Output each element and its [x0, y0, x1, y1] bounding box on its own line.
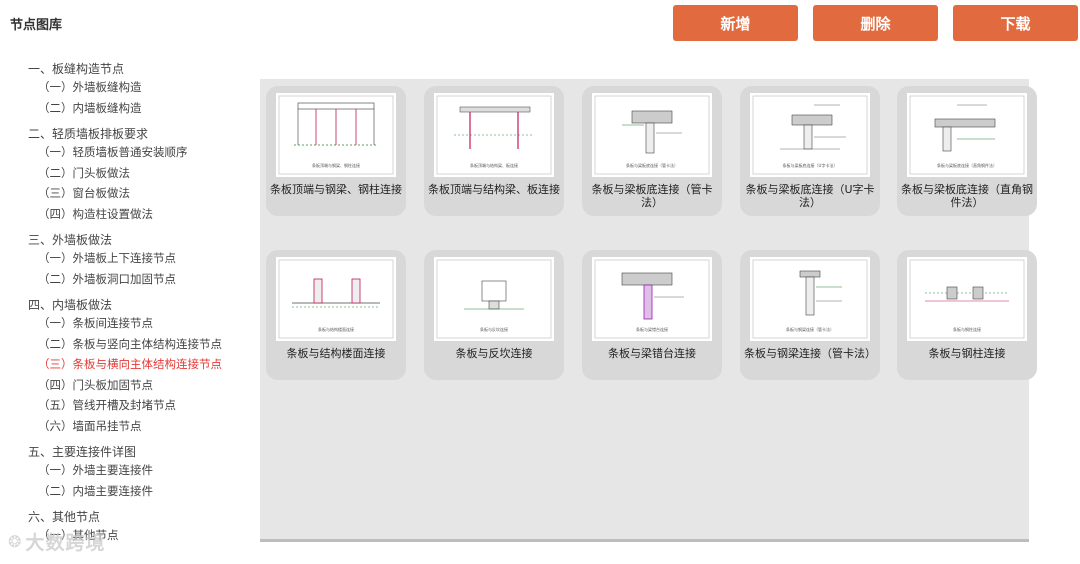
node-card[interactable]: 条板与结构楼面连接 条板与结构楼面连接 — [266, 250, 406, 380]
node-thumbnail: 条板与钢梁连接（管卡法） — [750, 257, 870, 341]
delete-button[interactable]: 删除 — [813, 5, 938, 41]
category-tree: 一、板缝构造节点 （一）外墙板缝构造 （二）内墙板缝构造二、轻质墙板排板要求 （一）轻… — [28, 62, 253, 555]
node-card-label: 条板顶端与结构梁、板连接 — [428, 183, 560, 196]
node-card-label: 条板与结构楼面连接 — [286, 347, 386, 360]
node-card[interactable]: 条板与梁板底连接（管卡法） 条板与梁板底连接（管卡法） — [582, 86, 722, 216]
node-card[interactable]: 条板与梁板底连接（直角钢件法） 条板与梁板底连接（直角钢件法） — [897, 86, 1037, 216]
node-thumbnail: 条板与梁板底连接（管卡法） — [592, 93, 712, 177]
thumbnail-caption: 条板与钢梁连接（管卡法） — [786, 326, 834, 332]
thumbnail-caption: 条板与钢柱连接 — [953, 326, 981, 332]
watermark: ❂ 大数跨境 — [8, 528, 105, 555]
tree-item[interactable]: （一）外墙主要连接件 — [28, 460, 253, 481]
tree-section: 四、内墙板做法 （一）条板间连接节点 （二）条板与竖向主体结构连接节点 （三）条板与横… — [28, 298, 253, 436]
tree-item[interactable]: （五）管线开槽及封堵节点 — [28, 395, 253, 416]
tree-section-title[interactable]: 二、轻质墙板排板要求 — [28, 127, 253, 142]
thumbnail-caption: 条板顶端与结构梁、板连接 — [470, 162, 518, 168]
node-card-label: 条板与钢柱连接 — [928, 347, 1006, 360]
node-card-label: 条板与梁板底连接（管卡法） — [591, 183, 713, 209]
tree-section: 五、主要连接件详图 （一）外墙主要连接件 （二）内墙主要连接件 — [28, 445, 253, 501]
tree-item[interactable]: （一）轻质墙板普通安装顺序 — [28, 142, 253, 163]
tree-item[interactable]: （四）门头板加固节点 — [28, 375, 253, 396]
add-button[interactable]: 新增 — [673, 5, 798, 41]
tree-section-title[interactable]: 六、其他节点 — [28, 510, 253, 525]
node-card-label: 条板与梁板底连接（U字卡法） — [745, 183, 875, 209]
tree-item[interactable]: （三）条板与横向主体结构连接节点 — [28, 354, 253, 375]
tree-item[interactable]: （二）内墙板缝构造 — [28, 98, 253, 119]
node-card-label: 条板与反坎连接 — [455, 347, 533, 360]
tree-section: 二、轻质墙板排板要求 （一）轻质墙板普通安装顺序 （二）门头板做法 （三）窗台板做法（… — [28, 127, 253, 224]
thumbnail-caption: 条板与梁错台连接 — [636, 326, 668, 332]
thumbnail-caption: 条板与梁板底连接（U字卡法） — [783, 162, 838, 168]
thumbnail-caption: 条板与梁板底连接（直角钢件法） — [937, 162, 997, 168]
download-button[interactable]: 下载 — [953, 5, 1078, 41]
node-card[interactable]: 条板与梁板底连接（U字卡法） 条板与梁板底连接（U字卡法） — [740, 86, 880, 216]
node-card[interactable]: 条板顶端与钢梁、钢柱连接 条板顶端与钢梁、钢柱连接 — [266, 86, 406, 216]
node-thumbnail: 条板与梁板底连接（直角钢件法） — [907, 93, 1027, 177]
node-thumbnail: 条板与梁板底连接（U字卡法） — [750, 93, 870, 177]
thumbnail-caption: 条板与反坎连接 — [480, 326, 508, 332]
page-title: 节点图库 — [10, 18, 63, 33]
node-thumbnail: 条板与反坎连接 — [434, 257, 554, 341]
tree-item[interactable]: （二）内墙主要连接件 — [28, 481, 253, 502]
tree-item[interactable]: （三）窗台板做法 — [28, 183, 253, 204]
tree-section-title[interactable]: 一、板缝构造节点 — [28, 62, 253, 77]
thumbnail-caption: 条板与梁板底连接（管卡法） — [626, 162, 678, 168]
tree-item[interactable]: （二）外墙板洞口加固节点 — [28, 269, 253, 290]
node-card[interactable]: 条板与钢梁连接（管卡法） 条板与钢梁连接（管卡法） — [740, 250, 880, 380]
tree-section-title[interactable]: 三、外墙板做法 — [28, 233, 253, 248]
node-thumbnail: 条板与结构楼面连接 — [276, 257, 396, 341]
tree-item[interactable]: （一）条板间连接节点 — [28, 313, 253, 334]
node-card-label: 条板与梁板底连接（直角钢件法） — [901, 183, 1033, 209]
tree-item[interactable]: （一）外墙板上下连接节点 — [28, 248, 253, 269]
node-card[interactable]: 条板与钢柱连接 条板与钢柱连接 — [897, 250, 1037, 380]
tree-item[interactable]: （二）条板与竖向主体结构连接节点 — [28, 334, 253, 355]
node-card[interactable]: 条板与反坎连接 条板与反坎连接 — [424, 250, 564, 380]
watermark-text: 大数跨境 — [25, 532, 106, 554]
node-card[interactable]: 条板顶端与结构梁、板连接 条板顶端与结构梁、板连接 — [424, 86, 564, 216]
tree-section: 三、外墙板做法 （一）外墙板上下连接节点 （二）外墙板洞口加固节点 — [28, 233, 253, 289]
toolbar: 新增 删除 下载 — [673, 5, 1078, 41]
watermark-logo-icon: ❂ — [8, 532, 23, 551]
tree-section-title[interactable]: 五、主要连接件详图 — [28, 445, 253, 460]
thumbnail-caption: 条板顶端与钢梁、钢柱连接 — [312, 162, 360, 168]
node-thumbnail: 条板顶端与钢梁、钢柱连接 — [276, 93, 396, 177]
node-gallery: 条板顶端与钢梁、钢柱连接 条板顶端与钢梁、钢柱连接 条板顶端与结构梁、板连接 条板顶端… — [260, 79, 1037, 542]
node-card-label: 条板与梁错台连接 — [608, 347, 696, 360]
tree-item[interactable]: （六）墙面吊挂节点 — [28, 416, 253, 437]
node-thumbnail: 条板与钢柱连接 — [907, 257, 1027, 341]
tree-section: 一、板缝构造节点 （一）外墙板缝构造 （二）内墙板缝构造 — [28, 62, 253, 118]
node-card[interactable]: 条板与梁错台连接 条板与梁错台连接 — [582, 250, 722, 380]
tree-section-title[interactable]: 四、内墙板做法 — [28, 298, 253, 313]
node-thumbnail: 条板顶端与结构梁、板连接 — [434, 93, 554, 177]
node-thumbnail: 条板与梁错台连接 — [592, 257, 712, 341]
node-card-label: 条板顶端与钢梁、钢柱连接 — [270, 183, 402, 196]
node-card-label: 条板与钢梁连接（管卡法） — [744, 347, 876, 360]
thumbnail-caption: 条板与结构楼面连接 — [318, 326, 354, 332]
tree-item[interactable]: （四）构造柱设置做法 — [28, 204, 253, 225]
tree-item[interactable]: （二）门头板做法 — [28, 163, 253, 184]
tree-item[interactable]: （一）外墙板缝构造 — [28, 77, 253, 98]
